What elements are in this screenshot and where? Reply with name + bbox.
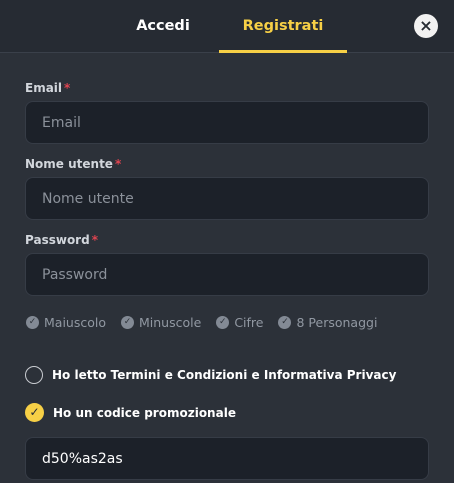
rule-uppercase: ✓ Maiuscolo [26, 315, 106, 330]
promo-code-field[interactable] [25, 437, 429, 480]
required-mark: * [64, 81, 71, 95]
email-field[interactable] [25, 101, 429, 144]
rule-digits: ✓ Cifre [216, 315, 263, 330]
password-label: Password * [25, 233, 98, 247]
promo-checkbox[interactable]: ✓ [25, 403, 44, 422]
rule-label: Maiuscolo [44, 315, 106, 330]
username-label-text: Nome utente [25, 157, 113, 171]
rule-lowercase: ✓ Minuscole [121, 315, 201, 330]
terms-label: Ho letto Termini e Condizioni e Informat… [52, 368, 397, 382]
rule-length: ✓ 8 Personaggi [278, 315, 377, 330]
username-label: Nome utente * [25, 157, 121, 171]
username-field[interactable] [25, 177, 429, 220]
tab-login[interactable]: Accedi [90, 0, 236, 53]
rule-label: Minuscole [139, 315, 202, 330]
password-field[interactable] [25, 253, 429, 296]
promo-row[interactable]: ✓ Ho un codice promozionale [25, 403, 236, 422]
rule-label: 8 Personaggi [296, 315, 378, 330]
check-circle-icon: ✓ [216, 316, 230, 329]
check-circle-icon: ✓ [278, 316, 292, 329]
terms-checkbox[interactable] [25, 366, 43, 384]
password-label-text: Password [25, 233, 90, 247]
terms-row[interactable]: Ho letto Termini e Condizioni e Informat… [25, 366, 396, 384]
check-circle-icon: ✓ [26, 316, 39, 329]
password-rules: ✓ Maiuscolo ✓ Minuscole ✓ Cifre ✓ 8 Pers… [26, 315, 392, 330]
rule-label: Cifre [234, 315, 264, 330]
email-label: Email * [25, 81, 70, 95]
close-icon[interactable]: × [414, 14, 438, 38]
tab-register[interactable]: Registrati [219, 0, 347, 53]
header: Accedi Registrati × [0, 0, 454, 53]
required-mark: * [91, 233, 98, 247]
check-circle-icon: ✓ [121, 316, 134, 329]
email-label-text: Email [25, 81, 63, 95]
promo-label: Ho un codice promozionale [53, 405, 236, 420]
required-mark: * [114, 157, 122, 171]
